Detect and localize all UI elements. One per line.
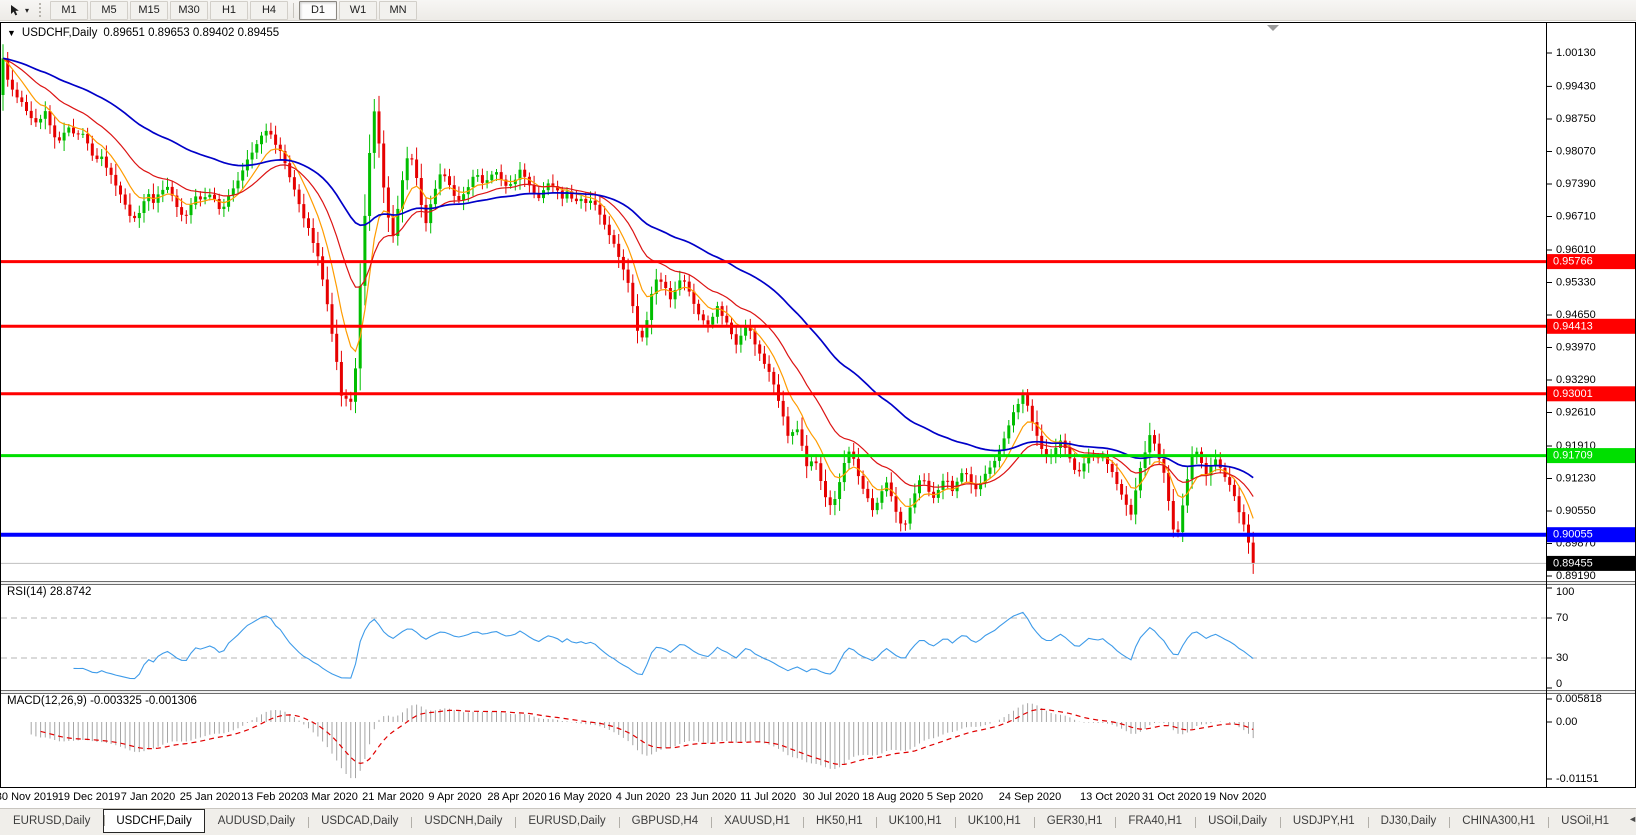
price-tick-label: 0.91230	[1556, 472, 1596, 484]
price-tick-label: 0.96710	[1556, 210, 1596, 222]
timeframe-button-m5[interactable]: M5	[90, 1, 128, 20]
date-tick-label: 28 Apr 2020	[487, 791, 546, 803]
date-tick-label: 3 Mar 2020	[302, 791, 358, 803]
chart-tab-china300-h1[interactable]: CHINA300,H1	[1449, 812, 1548, 831]
price-flag-label: 0.93001	[1553, 388, 1593, 400]
date-tick-label: 31 Oct 2020	[1142, 791, 1202, 803]
chart-title: ▼ USDCHF,Daily 0.89651 0.89653 0.89402 0…	[7, 27, 279, 39]
chart-tab-bar: EURUSD,DailyUSDCHF,DailyAUDUSD,DailyUSDC…	[0, 808, 1636, 835]
chart-tab-usoil-h1[interactable]: USOil,H1	[1548, 812, 1622, 831]
price-flag-label: 0.90055	[1553, 529, 1593, 541]
chart-tab-ger30-h1[interactable]: GER30,H1	[1034, 812, 1116, 831]
chart-tab-eurusd-daily[interactable]: EURUSD,Daily	[0, 812, 103, 831]
price-flag-label: 0.94413	[1553, 320, 1593, 332]
chart-tab-uk100-h1[interactable]: UK100,H1	[955, 812, 1034, 831]
date-tick-label: 11 Jul 2020	[740, 791, 796, 803]
macd-tick-label: -0.01151	[1556, 773, 1599, 785]
chart-tab-list: EURUSD,DailyUSDCHF,DailyAUDUSD,DailyUSDC…	[0, 812, 1622, 833]
chart-tab-uk100-h1[interactable]: UK100,H1	[876, 812, 955, 831]
price-tick-label: 0.93290	[1556, 374, 1596, 386]
chart-tab-usdcnh-daily[interactable]: USDCNH,Daily	[411, 812, 515, 831]
timeframe-button-d1[interactable]: D1	[299, 1, 337, 20]
collapse-triangle-icon: ▼	[7, 28, 16, 38]
date-tick-label: 5 Sep 2020	[927, 791, 983, 803]
date-tick-label: 21 Mar 2020	[362, 791, 424, 803]
chart-tab-usdjpy-h1[interactable]: USDJPY,H1	[1280, 812, 1368, 831]
price-tick-label: 1.00130	[1556, 47, 1596, 59]
chart-tab-gbpusd-h4[interactable]: GBPUSD,H4	[619, 812, 711, 831]
chart-tab-usdcad-daily[interactable]: USDCAD,Daily	[308, 812, 411, 831]
timeframe-toolbar: ▾ M1M5M15M30H1H4 D1W1MN	[0, 0, 1636, 21]
price-chart-canvas[interactable]: 1.00130 0.99430 0.98750 0.98070 0.97390 0.967…	[0, 22, 1636, 788]
chart-tab-xauusd-h1[interactable]: XAUUSD,H1	[711, 812, 803, 831]
chevron-down-icon: ▾	[25, 6, 29, 15]
price-tick-label: 0.90550	[1556, 505, 1596, 517]
chart-tab-dj30-daily[interactable]: DJ30,Daily	[1368, 812, 1450, 831]
cursor-tool-icon	[9, 4, 22, 17]
date-tick-label: 13 Feb 2020	[241, 791, 303, 803]
timeframe-button-h4[interactable]: H4	[250, 1, 288, 20]
cursor-tool-button[interactable]: ▾	[5, 2, 33, 19]
rsi-tick-label: 0	[1556, 678, 1562, 690]
timeframe-button-m15[interactable]: M15	[130, 1, 168, 20]
chart-tab-eurusd-daily[interactable]: EURUSD,Daily	[515, 812, 618, 831]
date-tick-label: 30 Jul 2020	[803, 791, 860, 803]
chart-ohlc-values: 0.89651 0.89653 0.89402 0.89455	[103, 27, 279, 39]
price-tick-label: 0.89190	[1556, 570, 1596, 582]
rsi-tick-label: 70	[1556, 612, 1568, 624]
date-tick-label: 19 Nov 2020	[1204, 791, 1266, 803]
date-tick-label: 24 Sep 2020	[999, 791, 1061, 803]
price-flag-label: 0.95766	[1553, 256, 1593, 268]
chart-symbol-label: USDCHF,Daily	[22, 27, 97, 39]
price-tick-label: 0.95330	[1556, 276, 1596, 288]
macd-tick-label: 0.00	[1556, 716, 1577, 728]
price-tick-label: 0.99430	[1556, 80, 1596, 92]
date-tick-label: 18 Aug 2020	[862, 791, 924, 803]
price-tick-label: 0.98750	[1556, 113, 1596, 125]
chart-tab-usoil-daily[interactable]: USOil,Daily	[1195, 812, 1280, 831]
price-tick-label: 0.98070	[1556, 145, 1596, 157]
rsi-tick-label: 100	[1556, 586, 1574, 598]
date-tick-label: 19 Dec 2019	[58, 791, 120, 803]
macd-tick-label: 0.005818	[1556, 693, 1602, 705]
tab-scroll-left-icon[interactable]: ◄	[1628, 814, 1636, 824]
price-tick-label: 0.92610	[1556, 407, 1596, 419]
timeframe-button-mn[interactable]: MN	[379, 1, 417, 20]
date-tick-label: 16 May 2020	[548, 791, 612, 803]
price-flag-label: 0.89455	[1553, 557, 1593, 569]
price-tick-label: 0.97390	[1556, 178, 1596, 190]
toolbar-separator	[293, 3, 294, 18]
chart-tab-audusd-daily[interactable]: AUDUSD,Daily	[205, 812, 308, 831]
trading-terminal: ▾ M1M5M15M30H1H4 D1W1MN ▼ USDCHF,Daily 0.…	[0, 0, 1636, 835]
chart-tab-hk50-h1[interactable]: HK50,H1	[803, 812, 876, 831]
date-axis[interactable]: 30 Nov 201919 Dec 20197 Jan 2020 25 Jan 2…	[0, 788, 1636, 807]
price-tick-label: 0.93970	[1556, 341, 1596, 353]
date-tick-label: 13 Oct 2020	[1080, 791, 1140, 803]
toolbar-grip	[39, 3, 43, 17]
date-tick-label: 30 Nov 2019	[0, 791, 58, 803]
macd-indicator-label: MACD(12,26,9) -0.003325 -0.001306	[7, 695, 197, 707]
date-tick-label: 4 Jun 2020	[616, 791, 670, 803]
price-flag-label: 0.91709	[1553, 450, 1593, 462]
tab-scroll-arrows: ◄ ►	[1622, 812, 1636, 824]
timeframe-button-w1[interactable]: W1	[339, 1, 377, 20]
rsi-indicator-label: RSI(14) 28.8742	[7, 586, 91, 598]
timeframe-button-group: M1M5M15M30H1H4 D1W1MN	[49, 1, 418, 20]
timeframe-button-h1[interactable]: H1	[210, 1, 248, 20]
date-tick-label: 9 Apr 2020	[428, 791, 481, 803]
date-tick-label: 7 Jan 2020	[121, 791, 175, 803]
chart-tab-usdchf-daily[interactable]: USDCHF,Daily	[103, 809, 204, 833]
chart-background	[0, 22, 1636, 788]
chart-tab-fra40-h1[interactable]: FRA40,H1	[1115, 812, 1195, 831]
date-tick-label: 23 Jun 2020	[676, 791, 737, 803]
rsi-tick-label: 30	[1556, 652, 1568, 664]
timeframe-button-m1[interactable]: M1	[50, 1, 88, 20]
timeframe-button-m30[interactable]: M30	[170, 1, 208, 20]
date-tick-label: 25 Jan 2020	[180, 791, 241, 803]
